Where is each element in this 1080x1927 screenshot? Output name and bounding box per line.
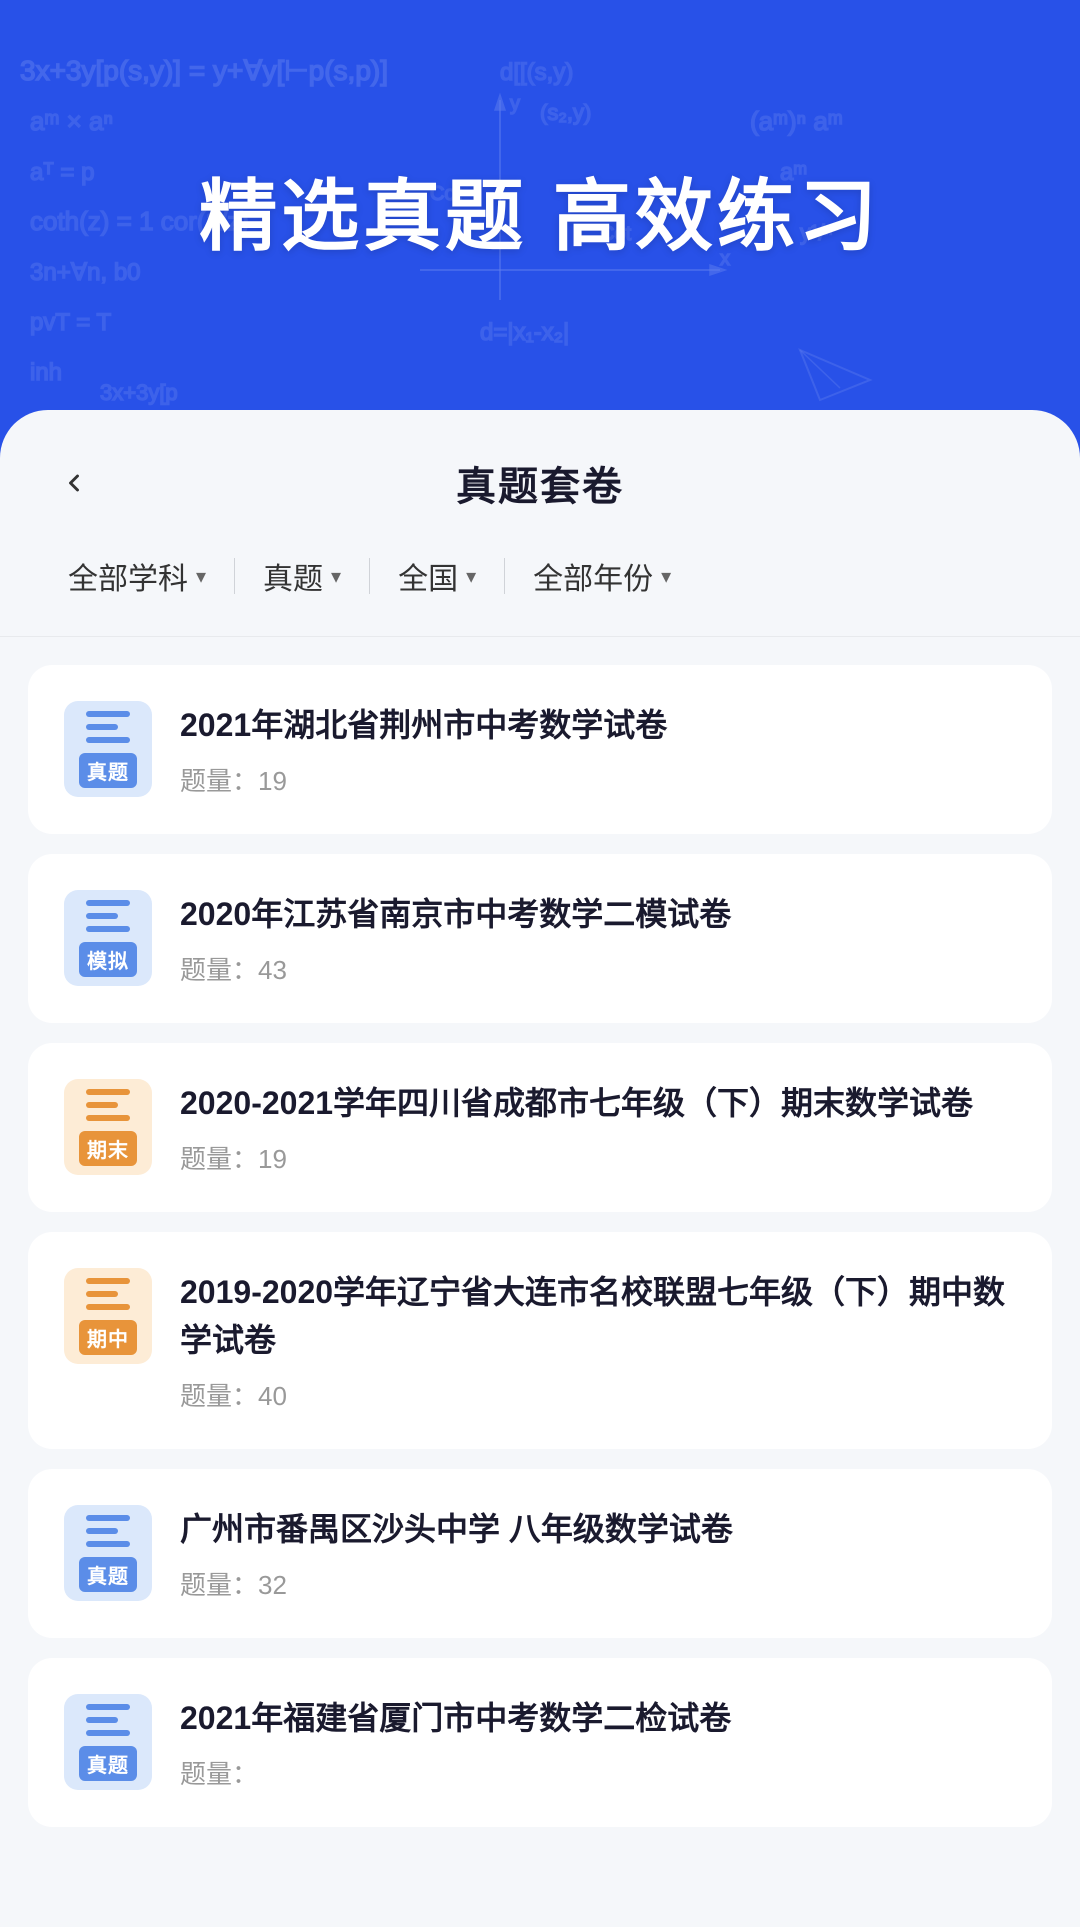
badge-icon-zhenti-6: 真题 [64, 1694, 152, 1790]
exam-item[interactable]: 真题 2021年福建省厦门市中考数学二检试卷 题量： [28, 1658, 1052, 1827]
badge-icon-zhenti-5: 真题 [64, 1505, 152, 1601]
badge-label: 真题 [79, 753, 137, 788]
exam-title: 2020年江苏省南京市中考数学二模试卷 [180, 890, 1016, 938]
exam-title: 2021年湖北省荆州市中考数学试卷 [180, 701, 1016, 749]
hero-title: 精选真题 高效练习 [199, 154, 881, 266]
back-button[interactable] [48, 457, 100, 509]
exam-info: 广州市番禺区沙头中学 八年级数学试卷 题量：32 [180, 1505, 1016, 1602]
badge-icon-qimo-3: 期末 [64, 1079, 152, 1175]
exam-info: 2021年湖北省荆州市中考数学试卷 题量：19 [180, 701, 1016, 798]
badge-icon-qizhong-4: 期中 [64, 1268, 152, 1364]
badge-icon-moni-2: 模拟 [64, 890, 152, 986]
main-card: 真题套卷 全部学科 ▾ 真题 ▾ 全国 ▾ 全部年份 ▾ [0, 410, 1080, 1927]
exam-info: 2020-2021学年四川省成都市七年级（下）期末数学试卷 题量：19 [180, 1079, 1016, 1176]
badge-label: 期中 [79, 1320, 137, 1355]
exam-count: 题量：43 [180, 950, 1016, 987]
exam-item[interactable]: 期末 2020-2021学年四川省成都市七年级（下）期末数学试卷 题量：19 [28, 1043, 1052, 1212]
badge-label: 真题 [79, 1746, 137, 1781]
chevron-down-icon: ▾ [196, 564, 206, 589]
exam-item[interactable]: 真题 2021年湖北省荆州市中考数学试卷 题量：19 [28, 665, 1052, 834]
exam-item[interactable]: 模拟 2020年江苏省南京市中考数学二模试卷 题量：43 [28, 854, 1052, 1023]
badge-icon-zhenti-1: 真题 [64, 701, 152, 797]
filter-year[interactable]: 全部年份 ▾ [505, 540, 699, 612]
card-title: 真题套卷 [100, 454, 980, 512]
exam-count: 题量：32 [180, 1565, 1016, 1602]
exam-count: 题量：19 [180, 1139, 1016, 1176]
exam-item[interactable]: 真题 广州市番禺区沙头中学 八年级数学试卷 题量：32 [28, 1469, 1052, 1638]
badge-label: 模拟 [79, 942, 137, 977]
card-header: 真题套卷 [0, 410, 1080, 540]
filter-type[interactable]: 真题 ▾ [235, 540, 369, 612]
exam-title: 2021年福建省厦门市中考数学二检试卷 [180, 1694, 1016, 1742]
filter-region[interactable]: 全国 ▾ [370, 540, 504, 612]
exam-title: 2020-2021学年四川省成都市七年级（下）期末数学试卷 [180, 1079, 1016, 1127]
chevron-down-icon: ▾ [661, 564, 671, 589]
exam-count: 题量：40 [180, 1376, 1016, 1413]
exam-info: 2019-2020学年辽宁省大连市名校联盟七年级（下）期中数学试卷 题量：40 [180, 1268, 1016, 1413]
exam-title: 2019-2020学年辽宁省大连市名校联盟七年级（下）期中数学试卷 [180, 1268, 1016, 1364]
exam-item[interactable]: 期中 2019-2020学年辽宁省大连市名校联盟七年级（下）期中数学试卷 题量：… [28, 1232, 1052, 1449]
chevron-down-icon: ▾ [331, 564, 341, 589]
exam-info: 2020年江苏省南京市中考数学二模试卷 题量：43 [180, 890, 1016, 987]
filter-bar: 全部学科 ▾ 真题 ▾ 全国 ▾ 全部年份 ▾ [0, 540, 1080, 637]
exam-count: 题量： [180, 1754, 1016, 1791]
chevron-down-icon: ▾ [466, 564, 476, 589]
exam-info: 2021年福建省厦门市中考数学二检试卷 题量： [180, 1694, 1016, 1791]
filter-subject[interactable]: 全部学科 ▾ [40, 540, 234, 612]
exam-count: 题量：19 [180, 761, 1016, 798]
hero-section: 精选真题 高效练习 [0, 0, 1080, 420]
exam-title: 广州市番禺区沙头中学 八年级数学试卷 [180, 1505, 1016, 1553]
exam-list: 真题 2021年湖北省荆州市中考数学试卷 题量：19 模拟 2020年江苏省南 [0, 665, 1080, 1847]
badge-label: 真题 [79, 1557, 137, 1592]
badge-label: 期末 [79, 1131, 137, 1166]
